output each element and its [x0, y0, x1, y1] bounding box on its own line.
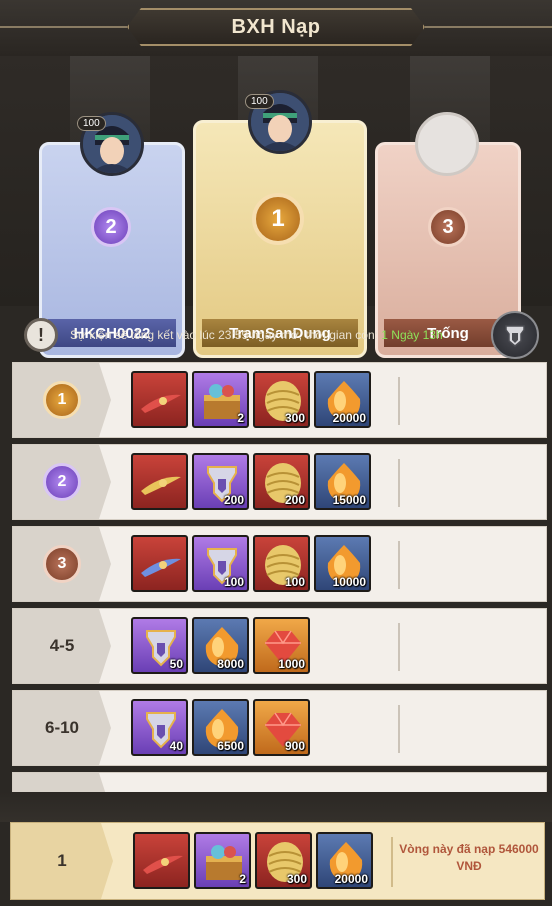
- reward-item[interactable]: 1000: [253, 617, 310, 674]
- rank-medal: 2: [43, 463, 81, 501]
- reward-item[interactable]: 100: [253, 535, 310, 592]
- shield-crest-icon: [505, 325, 525, 347]
- reward-row: 2 200 200 15000: [12, 444, 547, 520]
- item-quantity: 1000: [278, 657, 305, 671]
- rank-cell: 3: [13, 527, 111, 601]
- info-icon: !: [24, 318, 58, 352]
- reward-items: 40 6500 900: [131, 699, 310, 757]
- item-quantity: 8000: [217, 657, 244, 671]
- row-divider: [398, 541, 400, 589]
- rank-cell: [13, 773, 111, 792]
- item-quantity: 40: [169, 739, 183, 753]
- list-divider: [0, 792, 552, 822]
- row-divider: [398, 705, 400, 753]
- header-divider-left: [0, 26, 127, 28]
- reward-item[interactable]: 2: [194, 832, 251, 889]
- level-badge: 100: [77, 116, 106, 131]
- item-quantity: 2: [237, 411, 244, 425]
- item-quantity: 900: [284, 739, 305, 753]
- reward-items: 100 100 10000: [131, 535, 371, 593]
- rank-cell: 4-5: [13, 609, 111, 683]
- reward-row: 6-10 40 6500 900: [12, 690, 547, 766]
- reward-item[interactable]: 20000: [314, 371, 371, 428]
- reward-item[interactable]: 200: [253, 453, 310, 510]
- item-quantity: 200: [223, 493, 244, 507]
- rank-medal: 1: [43, 381, 81, 419]
- reward-row: 4-5 50 8000 1000: [12, 608, 547, 684]
- rank-range: 4-5: [49, 636, 75, 655]
- row-divider: [391, 837, 393, 887]
- rank-medal-1: 1: [252, 193, 304, 245]
- reward-item[interactable]: 100: [192, 535, 249, 592]
- red-feather-icon: [143, 855, 183, 874]
- item-quantity: 100: [223, 575, 244, 589]
- reward-item[interactable]: 50: [131, 617, 188, 674]
- reward-item[interactable]: 6500: [192, 699, 249, 756]
- podium-card-rank-1[interactable]: 1 TrạmSanDung: [193, 120, 367, 358]
- level-badge: 100: [245, 94, 274, 109]
- reward-item[interactable]: 20000: [316, 832, 373, 889]
- row-divider: [398, 377, 400, 425]
- reward-item[interactable]: 900: [253, 699, 310, 756]
- item-quantity: 100: [284, 575, 305, 589]
- item-quantity: 300: [284, 411, 305, 425]
- empty-avatar-slot: [415, 112, 479, 176]
- item-quantity: 15000: [332, 493, 366, 507]
- reward-item[interactable]: 300: [253, 371, 310, 428]
- reward-item[interactable]: 300: [255, 832, 312, 889]
- reward-row: 1 2 300 20000: [12, 362, 547, 438]
- rank-medal-3: 3: [428, 207, 468, 247]
- golden-feather-icon: [141, 476, 181, 495]
- rank-cell: 1: [13, 363, 111, 437]
- rank-info-button[interactable]: [491, 311, 539, 359]
- item-quantity: 20000: [334, 872, 368, 886]
- reward-item[interactable]: [131, 453, 188, 510]
- reward-row: [12, 772, 547, 792]
- reward-item[interactable]: 40: [131, 699, 188, 756]
- my-rank: 1: [11, 823, 113, 899]
- red-feather-icon: [141, 394, 181, 413]
- event-notice: Sự kiện sẽ tổng kết vào lúc 23:59 ngày m…: [70, 328, 443, 342]
- item-quantity: 50: [169, 657, 183, 671]
- reward-list[interactable]: 1 2 300 20000 2 200 200 15000 3 100 100 10000 4-5 50 8…: [0, 360, 552, 792]
- rank-range: 6-10: [44, 718, 80, 737]
- row-divider: [398, 623, 400, 671]
- reward-items: 50 8000 1000: [131, 617, 310, 675]
- rank-medal-2: 2: [91, 207, 131, 247]
- rank-medal: 3: [43, 545, 81, 583]
- header-bar: BXH Nạp: [0, 0, 552, 56]
- reward-item[interactable]: [131, 371, 188, 428]
- reward-item[interactable]: [133, 832, 190, 889]
- podium-area: 2 HKCH0022 1 TrạmSanDung 3 Trống 100 100: [0, 56, 552, 358]
- row-divider: [398, 459, 400, 507]
- item-quantity: 200: [284, 493, 305, 507]
- reward-row: 3 100 100 10000: [12, 526, 547, 602]
- reward-item[interactable]: 10000: [314, 535, 371, 592]
- reward-item[interactable]: [131, 535, 188, 592]
- reward-items: 200 200 15000: [131, 453, 371, 511]
- rank-cell: 6-10: [13, 691, 111, 765]
- page-title: BXH Nạp: [231, 15, 321, 38]
- item-quantity: 10000: [332, 575, 366, 589]
- item-quantity: 2: [239, 872, 246, 886]
- item-quantity: 20000: [332, 411, 366, 425]
- my-rank-row: 1 2 300 20000 Vòng này đã nạp 546000 VNĐ: [10, 822, 545, 900]
- notice-text: Sự kiện sẽ tổng kết vào lúc 23:59 ngày m…: [70, 328, 382, 342]
- header-divider-right: [425, 26, 552, 28]
- reward-items: 2 300 20000: [131, 371, 371, 429]
- title-plate: BXH Nạp: [127, 8, 425, 46]
- rank-cell: 2: [13, 445, 111, 519]
- reward-item[interactable]: 2: [192, 371, 249, 428]
- recharge-message: Vòng này đã nạp 546000 VNĐ: [399, 842, 539, 873]
- reward-item[interactable]: 200: [192, 453, 249, 510]
- reward-item[interactable]: 15000: [314, 453, 371, 510]
- item-quantity: 6500: [217, 739, 244, 753]
- time-remaining: 1 Ngày 13h: [381, 328, 443, 342]
- item-quantity: 300: [286, 872, 307, 886]
- blue-feather-icon: [141, 558, 181, 577]
- my-reward-items: 2 300 20000: [133, 832, 373, 890]
- reward-item[interactable]: 8000: [192, 617, 249, 674]
